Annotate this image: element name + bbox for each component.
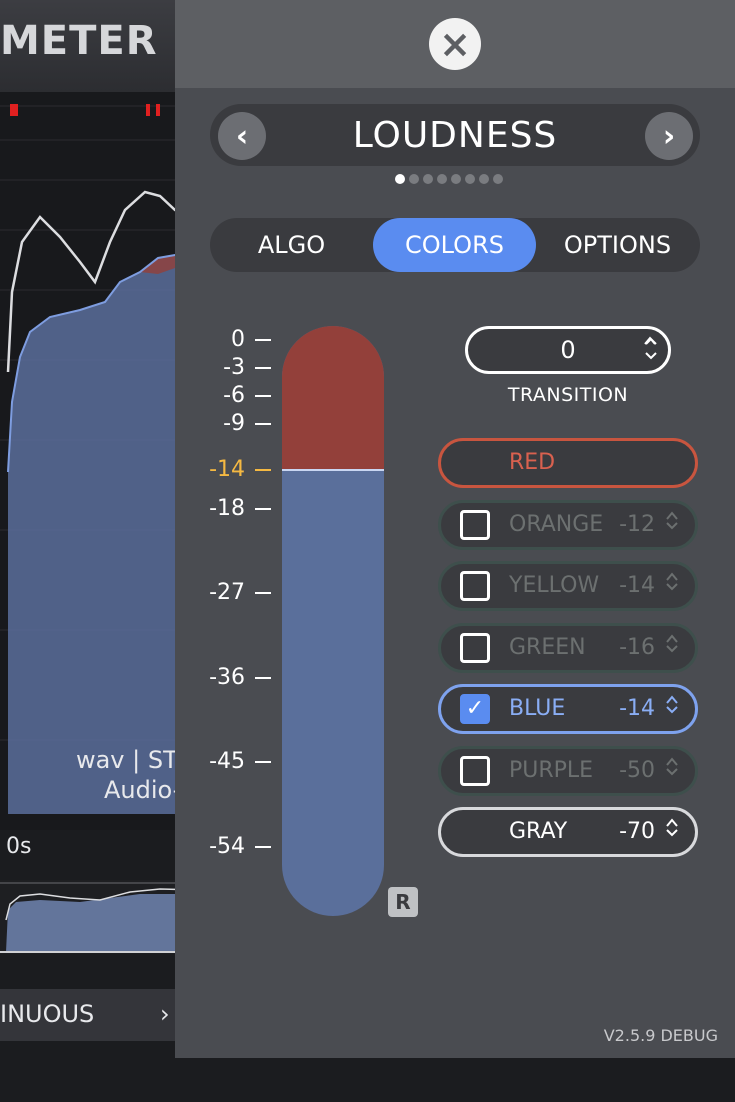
checkbox-icon[interactable] <box>460 632 490 663</box>
meter-threshold-line <box>282 469 384 471</box>
stepper-arrows-icon[interactable] <box>665 509 679 541</box>
checkbox-icon[interactable] <box>460 509 490 540</box>
scale-tick <box>255 677 271 679</box>
page-dot[interactable] <box>437 174 447 184</box>
color-row-gray[interactable]: GRAY -70 <box>438 807 698 857</box>
scale-tick <box>255 592 271 594</box>
scale-label: 0 <box>231 327 245 352</box>
color-row-purple[interactable]: PURPLE -50 <box>438 745 698 796</box>
color-name: YELLOW <box>509 573 600 598</box>
transition-label: TRANSITION <box>507 384 629 406</box>
color-threshold-value: -12 <box>619 511 655 537</box>
version-label: V2.5.9 DEBUG <box>603 1026 718 1045</box>
scale-tick <box>255 761 271 763</box>
chevron-left-icon: ‹ <box>235 118 249 154</box>
checkbox-icon[interactable] <box>460 755 490 786</box>
page-dot[interactable] <box>409 174 419 184</box>
page-indicator <box>395 174 520 186</box>
time-axis-label: 0s <box>6 834 32 859</box>
color-threshold-value: -14 <box>619 573 655 598</box>
color-threshold-value: -16 <box>619 634 655 660</box>
color-name: GRAY <box>509 819 568 844</box>
app-title: METER 2 <box>0 18 202 64</box>
scale-label: -18 <box>209 496 245 521</box>
scale-tick <box>255 423 271 425</box>
scale-tick <box>255 367 271 369</box>
color-threshold-value: -50 <box>619 757 655 783</box>
transition-value: 0 <box>560 336 576 364</box>
stepper-arrows-icon[interactable] <box>665 570 679 602</box>
color-name: GREEN <box>509 634 586 660</box>
color-threshold-value: -70 <box>619 819 655 844</box>
page-dot[interactable] <box>493 174 503 184</box>
stepper-arrows-icon[interactable] <box>665 755 679 787</box>
loudness-history-graph <box>0 104 200 814</box>
overview-plot <box>0 880 201 954</box>
meter-title: LOUDNESS <box>352 115 558 156</box>
scale-label: -36 <box>209 665 245 690</box>
color-row-yellow[interactable]: YELLOW -14 <box>438 561 698 611</box>
scale-tick <box>255 846 271 848</box>
color-name: ORANGE <box>509 511 604 537</box>
scale-tick <box>255 508 271 510</box>
chevron-right-icon[interactable]: › <box>160 1000 170 1028</box>
color-threshold-value: -14 <box>619 696 655 721</box>
channel-badge[interactable]: R <box>388 887 418 917</box>
stepper-arrows-icon[interactable] <box>665 816 679 848</box>
checkbox-checked-icon[interactable]: ✓ <box>460 694 490 724</box>
chevron-right-icon: › <box>662 118 676 154</box>
mode-selector-label: INUOUS <box>0 1000 95 1028</box>
meter-upper-zone <box>282 326 384 470</box>
page-dot[interactable] <box>479 174 489 184</box>
page-dot[interactable] <box>451 174 461 184</box>
loudness-meter-bar <box>282 326 384 916</box>
scale-label: -45 <box>209 749 245 774</box>
file-info: wav | STEI Audio-Fi <box>0 745 200 805</box>
scale-label: -9 <box>223 411 245 436</box>
scale-tick <box>255 339 271 341</box>
scale-label: -27 <box>209 580 245 605</box>
scale-tick <box>255 395 271 397</box>
color-row-orange[interactable]: ORANGE -12 <box>438 499 698 550</box>
tab-colors[interactable]: COLORS <box>373 218 536 272</box>
next-meter-button[interactable]: › <box>645 112 693 160</box>
bottom-strip <box>0 1058 735 1102</box>
stepper-arrows-icon[interactable] <box>665 632 679 664</box>
tab-options[interactable]: OPTIONS <box>536 218 699 272</box>
color-name: BLUE <box>509 696 566 721</box>
color-name: PURPLE <box>509 757 594 783</box>
checkbox-icon[interactable] <box>460 571 490 601</box>
scale-label: -14 <box>209 457 245 482</box>
file-info-line: Audio-Fi <box>103 776 200 804</box>
color-row-blue[interactable]: ✓ BLUE -14 <box>438 684 698 734</box>
scale-label: -3 <box>223 355 245 380</box>
close-icon[interactable]: × <box>429 18 481 70</box>
scale-label: -6 <box>223 383 245 408</box>
color-row-green[interactable]: GREEN -16 <box>438 622 698 673</box>
page-dot[interactable] <box>465 174 475 184</box>
loudness-history-plot <box>0 92 200 830</box>
page-dot[interactable] <box>395 174 405 184</box>
prev-meter-button[interactable]: ‹ <box>218 112 266 160</box>
color-name: RED <box>509 450 556 475</box>
color-row-red[interactable]: RED <box>438 438 698 488</box>
file-info-line: wav | STEI <box>75 746 200 774</box>
tab-algo[interactable]: ALGO <box>210 218 373 272</box>
scale-label: -54 <box>209 834 245 859</box>
scale-tick <box>255 469 271 471</box>
page-dot[interactable] <box>423 174 433 184</box>
overview-graph <box>0 882 201 953</box>
stepper-arrows-icon[interactable] <box>665 693 679 725</box>
